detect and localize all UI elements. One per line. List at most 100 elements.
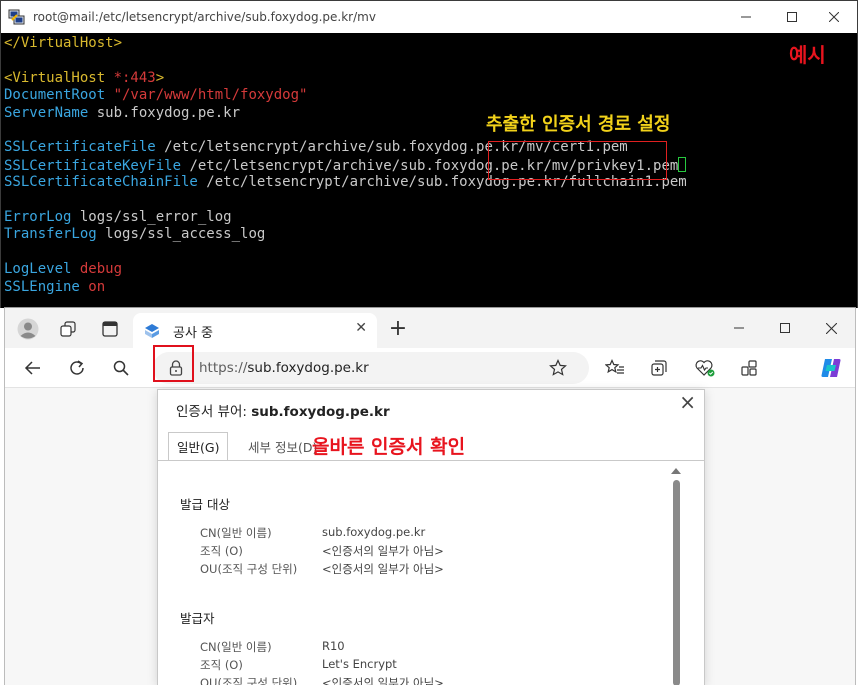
terminal-token: "/var/www/html/foxydog" [113, 87, 308, 104]
refresh-icon [70, 360, 84, 375]
copilot-icon [821, 359, 841, 377]
browser-maximize-button[interactable] [773, 318, 797, 338]
terminal-token: LogLevel [4, 261, 80, 278]
copilot-button[interactable] [817, 354, 845, 382]
terminal-token: SSLCertificateFile [4, 139, 165, 156]
favorites-list-icon [605, 359, 624, 374]
favorite-star-icon[interactable] [549, 359, 567, 377]
close-icon [825, 322, 837, 334]
close-button[interactable] [811, 3, 857, 31]
terminal-token: debug [79, 261, 123, 278]
terminal-line: </VirtualHost> [4, 35, 122, 52]
terminal-token: SSLCertificateKeyFile [4, 157, 190, 174]
maximize-button[interactable] [769, 3, 815, 31]
issued-by-heading: 발급자 [180, 611, 215, 626]
terminal-line: SSLEngine on [4, 279, 105, 296]
dialog-scrollbar[interactable] [670, 464, 682, 685]
verify-cert-annotation: 올바른 인증서 확인 [312, 436, 466, 458]
issued-by-cn-value: R10 [322, 639, 345, 653]
minimize-button[interactable] [723, 3, 769, 31]
terminal-window: root@mail:/etc/letsencrypt/archive/sub.f… [0, 0, 858, 308]
terminal-line: ServerName sub.foxydog.pe.kr [4, 105, 240, 122]
terminal-cursor [678, 156, 687, 172]
close-icon [829, 12, 839, 22]
terminal-line: LogLevel debug [4, 261, 122, 278]
terminal-token: ServerName [4, 104, 97, 121]
terminal-token: ErrorLog [4, 209, 80, 225]
dialog-close-icon[interactable]: × [679, 390, 696, 414]
issued-to-ou-value: <인증서의 일부가 아님> [322, 562, 444, 576]
extensions-button[interactable] [737, 356, 761, 380]
url-text[interactable]: https://sub.foxydog.pe.kr [199, 360, 369, 376]
issued-to-o-value: <인증서의 일부가 아님> [322, 544, 444, 558]
address-bar[interactable]: https://sub.foxydog.pe.kr [153, 352, 589, 384]
issued-by-o-value: Let's Encrypt [322, 657, 397, 671]
minimize-icon [734, 327, 744, 329]
avatar-icon [17, 318, 39, 340]
tab-divider [158, 460, 704, 461]
browser-window: 공사 중 ✕ + https://sub.foxydog.pe.kr 인증서 뷰… [4, 308, 856, 685]
issued-to-o-label: 조직 (O) [200, 544, 243, 558]
minimize-icon [741, 16, 751, 18]
extensions-icon [741, 360, 757, 376]
back-button[interactable] [21, 356, 45, 380]
scroll-thumb[interactable] [673, 480, 680, 685]
issued-by-o-label: 조직 (O) [200, 658, 243, 672]
tab-actions-button[interactable] [99, 318, 121, 340]
issued-by-ou-label: OU(조직 구성 단위) [200, 676, 298, 685]
putty-icon [8, 9, 25, 25]
scroll-up-arrow-icon[interactable] [671, 468, 681, 474]
profile-button[interactable] [15, 316, 41, 342]
terminal-output[interactable]: </VirtualHost> <VirtualHost *:443> Documen… [1, 33, 857, 308]
issued-by-cn-label: CN(일반 이름) [200, 640, 272, 654]
tab-general[interactable]: 일반(G) [168, 432, 229, 461]
terminal-token: TransferLog [4, 226, 106, 243]
browser-minimize-button[interactable] [727, 318, 751, 338]
terminal-line: TransferLog logs/ssl_access_log [4, 226, 265, 243]
tab-close-icon[interactable]: ✕ [355, 320, 367, 336]
issued-to-ou-label: OU(조직 구성 단위) [200, 562, 298, 576]
heart-pulse-icon [695, 360, 715, 377]
favorites-button[interactable] [603, 356, 627, 380]
path-highlight-box [488, 141, 667, 180]
browser-close-button[interactable] [819, 318, 843, 338]
dialog-title: 인증서 뷰어: sub.foxydog.pe.kr [176, 404, 390, 420]
tab-bar: 공사 중 ✕ + [5, 308, 855, 348]
terminal-line: DocumentRoot "/var/www/html/foxydog" [4, 87, 307, 104]
terminal-line: ErrorLog logs/ssl_error_log [4, 209, 232, 226]
tab-actions-icon [102, 321, 118, 337]
navigation-bar: https://sub.foxydog.pe.kr [5, 348, 855, 388]
terminal-token: <VirtualHost [4, 69, 114, 86]
collections-icon [651, 360, 667, 376]
terminal-token: sub.foxydog.pe.kr [96, 104, 241, 121]
terminal-token: SSLEngine [4, 278, 89, 295]
new-tab-icon[interactable]: + [387, 316, 409, 341]
terminal-token: logs/ssl_error_log [79, 209, 232, 225]
terminal-token: SSLCertificateChainFile [4, 174, 207, 191]
workspaces-button[interactable] [57, 318, 79, 340]
terminal-token: DocumentRoot [4, 87, 114, 104]
terminal-token: > [155, 69, 165, 86]
terminal-titlebar[interactable]: root@mail:/etc/letsencrypt/archive/sub.f… [1, 1, 857, 33]
back-arrow-icon [24, 361, 40, 375]
search-icon [113, 360, 129, 376]
issued-to-cn-label: CN(일반 이름) [200, 526, 272, 540]
terminal-line: <VirtualHost *:443> [4, 70, 164, 87]
refresh-button[interactable] [65, 356, 89, 380]
tab-title: 공사 중 [173, 326, 214, 341]
site-favicon-icon [145, 324, 159, 338]
workspaces-icon [60, 321, 76, 337]
example-annotation: 예시 [789, 43, 826, 67]
issued-to-cn-value: sub.foxydog.pe.kr [322, 525, 426, 539]
tab-under-construction[interactable]: 공사 중 ✕ [133, 313, 377, 348]
extract-path-annotation: 추출한 인증서 경로 설정 [486, 114, 671, 135]
maximize-icon [787, 12, 797, 22]
collections-button[interactable] [647, 356, 671, 380]
terminal-token: </VirtualHost> [4, 35, 123, 51]
terminal-token: *:443 [113, 69, 156, 86]
search-button[interactable] [109, 356, 133, 380]
issued-by-ou-value: <인증서의 일부가 아님> [322, 676, 444, 685]
certificate-viewer-dialog: 인증서 뷰어: sub.foxydog.pe.kr × 일반(G) 세부 정보(… [157, 389, 705, 685]
maximize-icon [780, 323, 790, 333]
browser-essentials-button[interactable] [693, 356, 717, 380]
